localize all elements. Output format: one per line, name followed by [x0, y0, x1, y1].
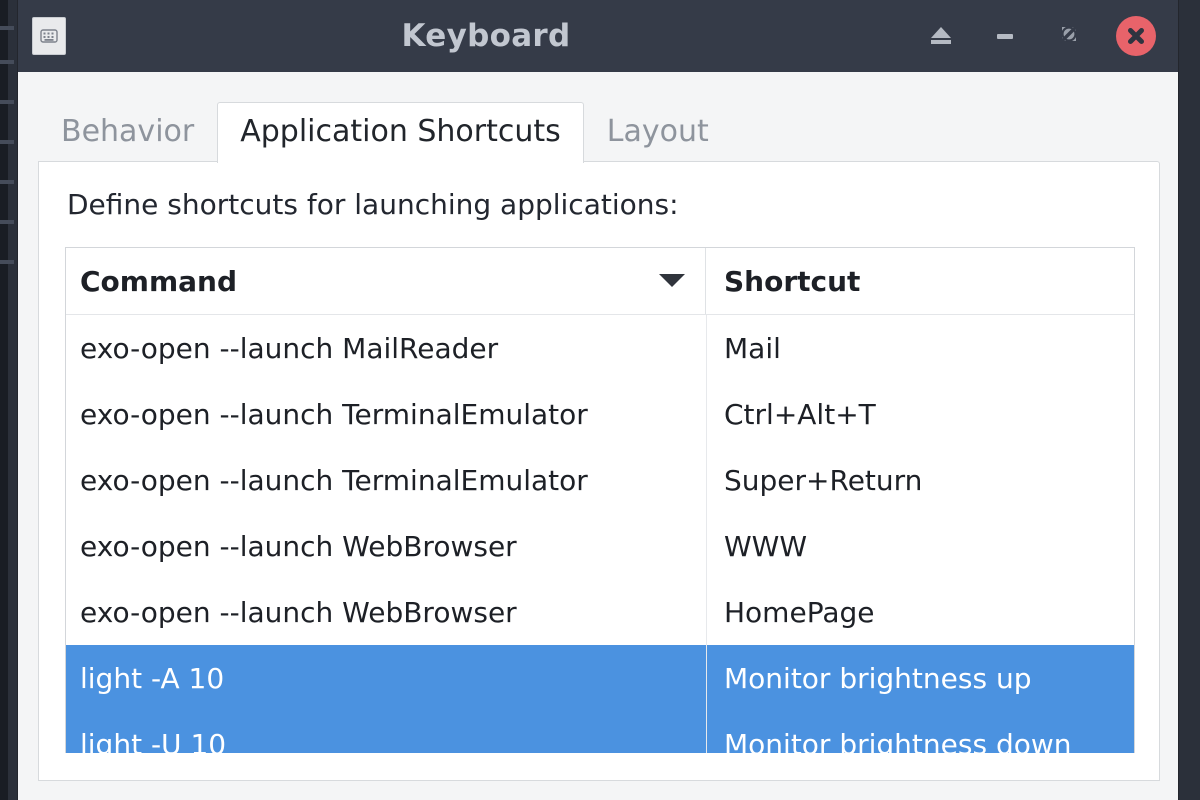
cell-shortcut: Super+Return: [706, 464, 1134, 497]
column-header-command[interactable]: Command: [66, 248, 706, 314]
column-header-command-label: Command: [80, 265, 237, 298]
tab-strip: Behavior Application Shortcuts Layout: [38, 72, 1160, 162]
table-row[interactable]: exo-open --launch MailReader Mail: [66, 315, 1134, 381]
table-row[interactable]: exo-open --launch WebBrowser HomePage: [66, 579, 1134, 645]
background-window-marks: [0, 26, 20, 276]
table-row[interactable]: light -U 10 Monitor brightness down: [66, 711, 1134, 753]
cell-command: exo-open --launch TerminalEmulator: [66, 398, 706, 431]
column-header-shortcut[interactable]: Shortcut: [706, 248, 1134, 314]
cell-shortcut: Monitor brightness up: [706, 662, 1134, 695]
cell-shortcut: Monitor brightness down: [706, 728, 1134, 754]
cell-shortcut: Mail: [706, 332, 1134, 365]
background-right-edge: [1178, 0, 1200, 800]
cell-command: exo-open --launch TerminalEmulator: [66, 464, 706, 497]
table-row[interactable]: exo-open --launch TerminalEmulator Ctrl+…: [66, 381, 1134, 447]
column-header-shortcut-label: Shortcut: [724, 265, 860, 298]
shortcuts-list[interactable]: Command Shortcut exo-open --launch MailR…: [65, 247, 1135, 753]
cell-command: light -A 10: [66, 662, 706, 695]
window-content: Behavior Application Shortcuts Layout De…: [18, 72, 1178, 800]
maximize-icon[interactable]: [1052, 19, 1086, 53]
tab-layout[interactable]: Layout: [584, 102, 732, 163]
minimize-icon[interactable]: [988, 19, 1022, 53]
table-row[interactable]: exo-open --launch TerminalEmulator Super…: [66, 447, 1134, 513]
table-row[interactable]: light -A 10 Monitor brightness up: [66, 645, 1134, 711]
shade-icon[interactable]: [924, 19, 958, 53]
table-row[interactable]: exo-open --launch WebBrowser WWW: [66, 513, 1134, 579]
close-icon: [1124, 24, 1148, 48]
list-header-row: Command Shortcut: [66, 248, 1134, 315]
cell-shortcut: HomePage: [706, 596, 1134, 629]
cell-command: light -U 10: [66, 728, 706, 754]
cell-shortcut: WWW: [706, 530, 1134, 563]
section-label: Define shortcuts for launching applicati…: [67, 188, 1135, 221]
window-titlebar[interactable]: Keyboard: [18, 0, 1178, 72]
keyboard-settings-window: Keyboard: [18, 0, 1178, 800]
window-controls: [924, 16, 1178, 56]
cell-command: exo-open --launch WebBrowser: [66, 596, 706, 629]
tab-behavior[interactable]: Behavior: [38, 102, 217, 163]
cell-command: exo-open --launch MailReader: [66, 332, 706, 365]
cell-shortcut: Ctrl+Alt+T: [706, 398, 1134, 431]
desktop: Installing Linux on a laptop and Apple-t…: [0, 0, 1200, 800]
window-title: Keyboard: [48, 18, 924, 54]
cell-command: exo-open --launch WebBrowser: [66, 530, 706, 563]
sort-descending-icon: [659, 274, 685, 287]
tab-application-shortcuts[interactable]: Application Shortcuts: [217, 102, 584, 163]
tab-page-application-shortcuts: Define shortcuts for launching applicati…: [38, 161, 1160, 781]
close-button[interactable]: [1116, 16, 1156, 56]
